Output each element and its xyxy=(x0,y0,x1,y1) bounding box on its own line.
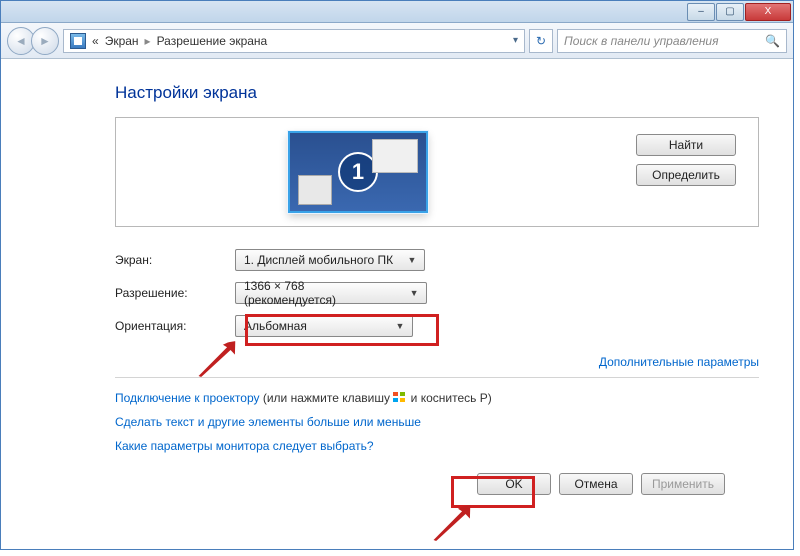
maximize-icon: ▢ xyxy=(725,6,734,17)
display-preview-panel: 1 Найти Определить xyxy=(115,117,759,227)
chevron-right-icon: ▸ xyxy=(145,34,151,48)
chevron-down-icon: ▼ xyxy=(392,321,408,331)
close-icon: X xyxy=(765,6,772,17)
settings-form: Экран: 1. Дисплей мобильного ПК ▼ Разреш… xyxy=(115,249,759,337)
additional-params-link[interactable]: Дополнительные параметры xyxy=(599,355,759,369)
textsize-link[interactable]: Сделать текст и другие элементы больше и… xyxy=(115,415,421,429)
orientation-value: Альбомная xyxy=(244,319,307,333)
resolution-label: Разрешение: xyxy=(115,286,235,300)
which-monitor-link[interactable]: Какие параметры монитора следует выбрать… xyxy=(115,439,374,453)
cancel-button[interactable]: Отмена xyxy=(559,473,633,495)
content: Настройки экрана 1 Найти Определить Экра… xyxy=(1,59,793,505)
chevron-down-icon: ▼ xyxy=(406,288,422,298)
address-dropdown-icon[interactable]: ▾ xyxy=(513,35,518,46)
projector-link[interactable]: Подключение к проектору xyxy=(115,391,260,405)
screen-label: Экран: xyxy=(115,253,235,267)
address-bar[interactable]: « Экран ▸ Разрешение экрана ▾ xyxy=(63,29,525,53)
titlebar: – ▢ X xyxy=(1,1,793,23)
page-title: Настройки экрана xyxy=(115,83,759,103)
resolution-value: 1366 × 768 (рекомендуется) xyxy=(244,279,398,307)
screen-value: 1. Дисплей мобильного ПК xyxy=(244,253,393,267)
chevron-down-icon: ▼ xyxy=(404,255,420,265)
find-button[interactable]: Найти xyxy=(636,134,736,156)
refresh-icon: ↻ xyxy=(536,34,546,48)
forward-button[interactable]: ► xyxy=(31,27,59,55)
ok-button[interactable]: OK xyxy=(477,473,551,495)
minimize-icon: – xyxy=(698,6,704,17)
thumbnail-window-icon xyxy=(298,175,332,205)
search-icon: 🔍 xyxy=(765,34,780,48)
navbar: ◄ ► « Экран ▸ Разрешение экрана ▾ ↻ Поис… xyxy=(1,23,793,59)
screen-select[interactable]: 1. Дисплей мобильного ПК ▼ xyxy=(235,249,425,271)
window: – ▢ X ◄ ► « Экран ▸ Разрешение экрана ▾ … xyxy=(0,0,794,550)
breadcrumb-item[interactable]: Экран xyxy=(105,34,139,48)
monitor-thumbnail[interactable]: 1 xyxy=(288,131,428,213)
projector-hint-b: и коснитесь P) xyxy=(407,391,491,405)
thumbnail-window-icon xyxy=(372,139,418,173)
windows-key-icon xyxy=(393,392,407,404)
footer-buttons: OK Отмена Применить xyxy=(115,467,759,495)
close-button[interactable]: X xyxy=(745,3,791,21)
breadcrumb-prefix: « xyxy=(92,34,99,48)
refresh-button[interactable]: ↻ xyxy=(529,29,553,53)
identify-button[interactable]: Определить xyxy=(636,164,736,186)
annotation-arrow xyxy=(424,503,478,542)
divider xyxy=(115,377,759,378)
orientation-label: Ориентация: xyxy=(115,319,235,333)
maximize-button[interactable]: ▢ xyxy=(716,3,744,21)
projector-row: Подключение к проектору (или нажмите кла… xyxy=(115,390,759,405)
search-input[interactable]: Поиск в панели управления 🔍 xyxy=(557,29,787,53)
search-placeholder: Поиск в панели управления xyxy=(564,34,719,48)
breadcrumb-item[interactable]: Разрешение экрана xyxy=(157,34,268,48)
projector-hint-a: (или нажмите клавишу xyxy=(260,391,394,405)
control-panel-icon xyxy=(70,33,86,49)
orientation-select[interactable]: Альбомная ▼ xyxy=(235,315,413,337)
nav-buttons: ◄ ► xyxy=(7,27,59,55)
minimize-button[interactable]: – xyxy=(687,3,715,21)
extras-row: Дополнительные параметры xyxy=(115,355,759,369)
resolution-select[interactable]: 1366 × 768 (рекомендуется) ▼ xyxy=(235,282,427,304)
apply-button[interactable]: Применить xyxy=(641,473,725,495)
